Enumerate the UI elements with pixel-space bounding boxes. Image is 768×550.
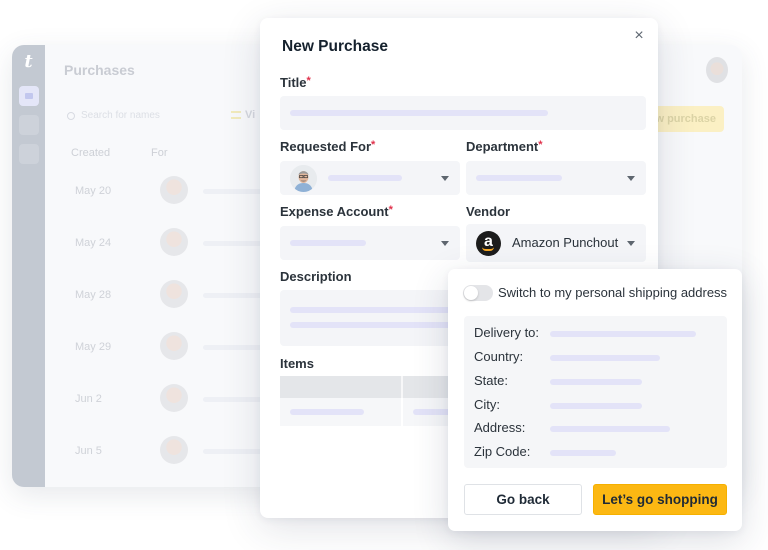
view-label: Vi [245, 109, 256, 121]
close-icon[interactable]: × [630, 27, 648, 45]
address-field-label: Delivery to: [474, 325, 540, 340]
toggle-knob [464, 286, 478, 300]
requested-for-select[interactable] [280, 161, 460, 195]
placeholder-bar [550, 379, 642, 385]
items-label-text: Items [280, 356, 314, 371]
address-field-label: Zip Code: [474, 444, 531, 459]
required-mark: * [538, 139, 543, 151]
table-row[interactable]: Jun 2 [55, 380, 295, 420]
department-label-text: Department [466, 139, 539, 154]
vendor-select[interactable]: a Amazon Punchout [466, 224, 646, 262]
column-header-for[interactable]: For [151, 147, 168, 159]
requested-for-label: Requested For* [280, 139, 375, 154]
vendor-label-text: Vendor [466, 204, 511, 219]
expense-account-label: Expense Account* [280, 204, 393, 219]
column-divider [401, 398, 403, 426]
app-logo: t [24, 51, 33, 72]
address-row-country: Country: [474, 347, 719, 367]
description-label: Description [280, 269, 352, 284]
person-avatar [290, 165, 317, 192]
user-avatar[interactable] [706, 57, 728, 83]
home-icon[interactable] [19, 86, 39, 106]
address-row-address: Address: [474, 418, 719, 438]
created-date: May 28 [75, 289, 112, 301]
address-details: Delivery to: Country: State: City: Addre… [464, 316, 727, 468]
created-date: Jun 2 [75, 393, 102, 405]
created-date: May 20 [75, 185, 112, 197]
amazon-smile [482, 247, 494, 251]
expense-account-select[interactable] [280, 226, 460, 260]
placeholder-bar [550, 403, 642, 409]
vendor-value: Amazon Punchout [512, 235, 619, 250]
address-field-label: State: [474, 373, 508, 388]
search-input[interactable]: Search for names [67, 110, 160, 121]
address-row-city: City: [474, 395, 719, 415]
view-button[interactable]: Vi [231, 109, 255, 121]
placeholder-bar [550, 450, 616, 456]
go-shopping-button[interactable]: Let’s go shopping [593, 484, 727, 515]
person-avatar [160, 176, 188, 204]
department-select[interactable] [466, 161, 646, 195]
amazon-logo-icon: a [476, 231, 501, 256]
search-placeholder: Search for names [81, 110, 160, 121]
placeholder-bar [290, 409, 364, 415]
title-input[interactable] [280, 96, 646, 130]
address-field-label: Country: [474, 349, 524, 364]
vendor-label: Vendor [466, 204, 510, 219]
table-row[interactable]: Jun 5 [55, 432, 295, 472]
person-avatar [160, 436, 188, 464]
sidebar-item[interactable] [19, 144, 39, 164]
sidebar: t [12, 45, 45, 487]
placeholder-bar [550, 426, 670, 432]
person-avatar [160, 332, 188, 360]
title-label-text: Title [280, 75, 307, 90]
filter-icon [231, 111, 241, 119]
address-row-zip: Zip Code: [474, 442, 719, 462]
address-row-state: State: [474, 371, 719, 391]
created-date: May 24 [75, 237, 112, 249]
address-row-delivery: Delivery to: [474, 323, 719, 343]
expense-account-label-text: Expense Account [280, 204, 389, 219]
required-mark: * [388, 204, 393, 216]
address-field-label: Address: [474, 420, 526, 435]
sidebar-item[interactable] [19, 115, 39, 135]
placeholder-bar [550, 331, 696, 337]
items-label: Items [280, 356, 314, 371]
search-icon [67, 111, 75, 120]
go-back-button[interactable]: Go back [464, 484, 582, 515]
department-label: Department* [466, 139, 543, 154]
placeholder-bar [328, 175, 402, 181]
toggle-label: Switch to my personal shipping address [498, 285, 728, 300]
placeholder-bar [413, 409, 453, 415]
placeholder-bar [476, 175, 562, 181]
column-header-created[interactable]: Created [71, 147, 110, 159]
chevron-down-icon [441, 176, 449, 181]
modal-title: New Purchase [282, 38, 388, 55]
placeholder-bar [550, 355, 660, 361]
personal-address-toggle[interactable] [463, 285, 493, 301]
column-divider [401, 376, 403, 398]
table-row[interactable]: May 28 [55, 276, 295, 316]
person-avatar [160, 228, 188, 256]
title-label: Title* [280, 75, 311, 90]
table-row[interactable]: May 29 [55, 328, 295, 368]
address-field-label: City: [474, 397, 500, 412]
table-row[interactable]: May 24 [55, 224, 295, 264]
requested-for-label-text: Requested For [280, 139, 372, 154]
required-mark: * [371, 139, 376, 151]
table-row[interactable]: May 20 [55, 172, 295, 212]
page-title: Purchases [64, 62, 135, 78]
chevron-down-icon [627, 241, 635, 246]
created-date: Jun 5 [75, 445, 102, 457]
placeholder-bar [290, 110, 548, 116]
shipping-address-popover: Switch to my personal shipping address D… [448, 269, 742, 531]
placeholder-bar [290, 240, 366, 246]
chevron-down-icon [627, 176, 635, 181]
created-date: May 29 [75, 341, 112, 353]
required-mark: * [306, 75, 311, 87]
person-avatar [160, 280, 188, 308]
chevron-down-icon [441, 241, 449, 246]
description-label-text: Description [280, 269, 352, 284]
person-avatar [160, 384, 188, 412]
